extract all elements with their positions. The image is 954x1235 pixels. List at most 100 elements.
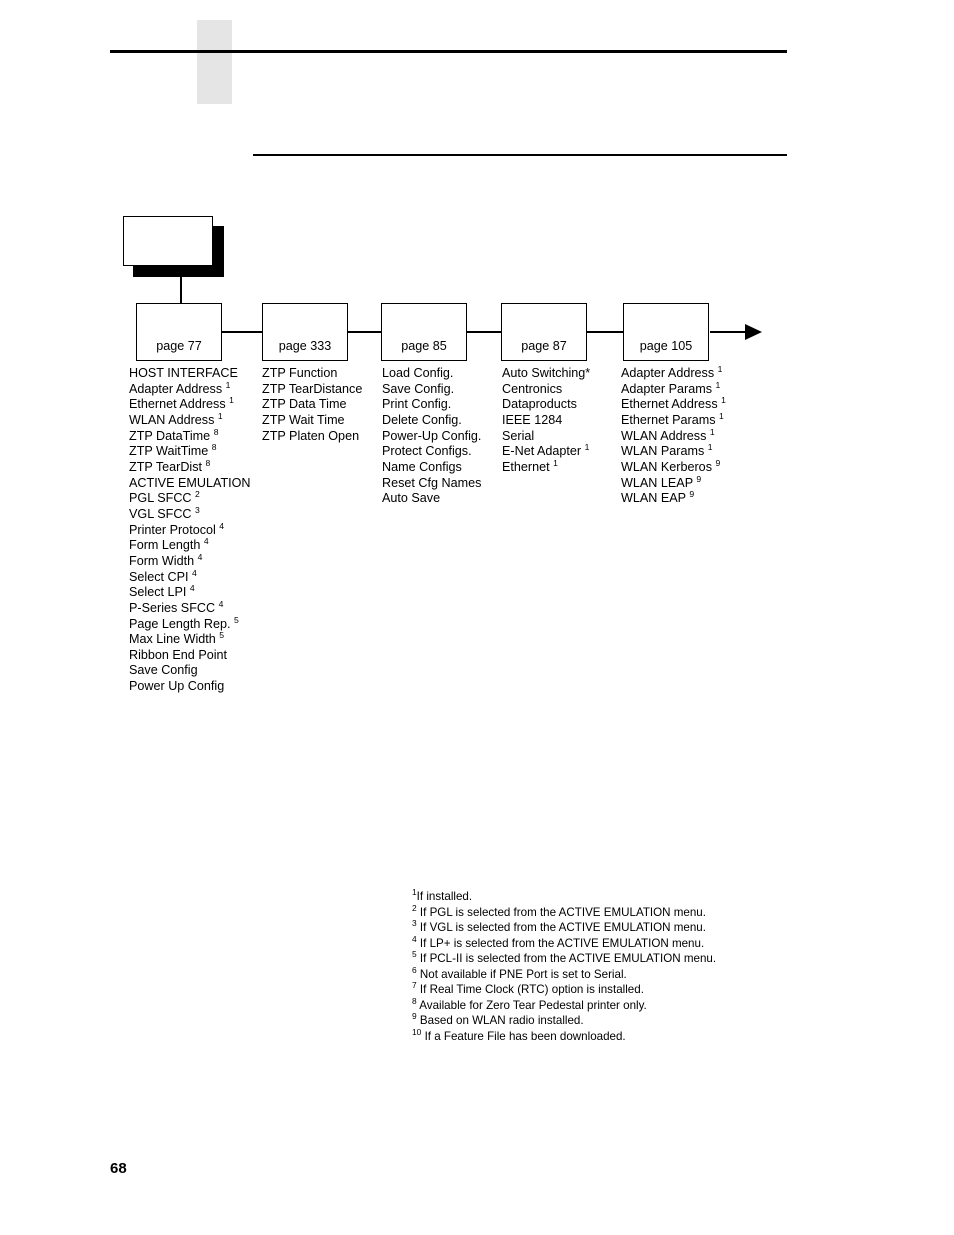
- menu-item[interactable]: Ethernet 1: [502, 458, 590, 476]
- menu-item-label: ZTP Function: [262, 366, 338, 380]
- menu-item[interactable]: Form Length 4: [129, 537, 251, 554]
- page-number: 68: [110, 1160, 127, 1177]
- footnote-marker: 2: [412, 902, 417, 913]
- flow-connector-4: [587, 331, 623, 333]
- footnote: 1If installed.: [412, 888, 912, 905]
- footnote: 2 If PGL is selected from the ACTIVE EMU…: [412, 902, 912, 921]
- menu-item[interactable]: Page Length Rep. 5: [129, 614, 251, 633]
- menu-item[interactable]: Printer Protocol 4: [129, 521, 251, 539]
- footnote-reference: 4: [189, 583, 195, 593]
- menu-item[interactable]: PGL SFCC 2: [129, 489, 251, 507]
- menu-item-label: Adapter Address: [129, 381, 223, 396]
- flow-node-page-87[interactable]: page 87: [501, 303, 587, 361]
- menu-item-label: Ethernet Params: [621, 412, 716, 427]
- footnote-marker: 9: [412, 1011, 417, 1022]
- menu-item[interactable]: Print Config.: [382, 397, 481, 413]
- menu-item[interactable]: Power-Up Config.: [382, 429, 481, 445]
- menu-item[interactable]: Save Config.: [382, 382, 481, 398]
- menu-item[interactable]: WLAN Kerberos 9: [621, 458, 726, 476]
- menu-item[interactable]: ZTP Data Time: [262, 397, 362, 413]
- menu-item[interactable]: Name Configs: [382, 460, 481, 476]
- menu-item[interactable]: Protect Configs.: [382, 444, 481, 460]
- footnote-list: 1If installed. 2 If PGL is selected from …: [412, 888, 912, 1045]
- menu-item-label: WLAN EAP: [621, 491, 686, 506]
- menu-item-label: E-Net Adapter: [502, 444, 582, 459]
- flow-node-page-85[interactable]: page 85: [381, 303, 467, 361]
- flow-node-page-333[interactable]: page 333: [262, 303, 348, 361]
- menu-item[interactable]: Serial: [502, 429, 590, 445]
- menu-item-label: Max Line Width: [129, 632, 216, 647]
- footnote-reference: 3: [195, 504, 200, 515]
- menu-item[interactable]: Power Up Config: [129, 679, 251, 695]
- flow-node-page-77[interactable]: page 77: [136, 303, 222, 361]
- menu-item[interactable]: Select LPI 4: [129, 583, 251, 601]
- menu-item[interactable]: HOST INTERFACE: [129, 366, 251, 382]
- menu-item[interactable]: ZTP DataTime 8: [129, 426, 251, 445]
- footnote-text: If LP+ is selected from the ACTIVE EMULA…: [419, 936, 705, 950]
- menu-item[interactable]: Reset Cfg Names: [382, 476, 481, 492]
- footnote-reference: 1: [721, 395, 726, 406]
- footnote-reference: 1: [707, 442, 713, 453]
- menu-item[interactable]: ZTP Wait Time: [262, 413, 362, 429]
- menu-item[interactable]: Ethernet Address 1: [129, 396, 251, 413]
- footnote-reference: 2: [195, 489, 200, 500]
- flow-node-label: page 87: [521, 339, 567, 353]
- column-page-77: HOST INTERFACE Adapter Address 1 Ethernet …: [129, 366, 251, 695]
- menu-item[interactable]: Adapter Address 1: [621, 365, 726, 382]
- flow-node-page-105[interactable]: page 105: [623, 303, 709, 361]
- flowchart-node-row: page 77 page 333 page 85 page 87 page 105: [0, 303, 954, 365]
- menu-item-label: Save Config: [129, 663, 198, 678]
- menu-item[interactable]: ZTP Function: [262, 366, 362, 382]
- footnote-text: If installed.: [416, 890, 473, 903]
- footnote: 8 Available for Zero Tear Pedestal print…: [412, 996, 912, 1014]
- flow-continuation-line: [710, 331, 747, 333]
- footnote-reference: 8: [211, 442, 217, 453]
- menu-item[interactable]: WLAN Address 1: [129, 411, 251, 429]
- footnote-reference: 1: [719, 410, 724, 421]
- menu-item[interactable]: Adapter Params 1: [621, 380, 726, 398]
- menu-item[interactable]: Auto Switching*: [502, 366, 590, 382]
- footnote-marker: 3: [412, 918, 417, 929]
- footnote: 9 Based on WLAN radio installed.: [412, 1011, 912, 1029]
- menu-item-label: Ethernet Address: [129, 397, 226, 412]
- menu-item[interactable]: P-Series SFCC 4: [129, 598, 251, 617]
- menu-item-label: WLAN Address: [621, 428, 707, 443]
- menu-item[interactable]: Ethernet Address 1: [621, 395, 726, 413]
- menu-item-label: Auto Switching*: [502, 366, 591, 380]
- menu-item[interactable]: VGL SFCC 3: [129, 504, 251, 523]
- footnote-reference: 4: [218, 598, 224, 609]
- menu-item[interactable]: ZTP Platen Open: [262, 429, 362, 445]
- footnote-text: If Real Time Clock (RTC) option is insta…: [419, 983, 644, 996]
- menu-item[interactable]: WLAN Params 1: [621, 442, 726, 460]
- menu-item[interactable]: ACTIVE EMULATION: [129, 476, 251, 492]
- menu-item[interactable]: Auto Save: [382, 491, 481, 507]
- footnote-reference: 5: [234, 614, 239, 625]
- footnote: 10 If a Feature File has been downloaded…: [412, 1027, 912, 1045]
- footnote-reference: 8: [213, 426, 219, 437]
- menu-item[interactable]: WLAN EAP 9: [621, 490, 726, 507]
- footnote: 3 If VGL is selected from the ACTIVE EMU…: [412, 918, 912, 936]
- menu-item[interactable]: IEEE 1284: [502, 413, 590, 429]
- footnote-reference: 5: [219, 629, 225, 640]
- menu-item-label: HOST INTERFACE: [129, 366, 238, 380]
- menu-item[interactable]: Ribbon End Point: [129, 648, 251, 664]
- menu-item[interactable]: ZTP WaitTime 8: [129, 442, 251, 460]
- menu-item[interactable]: Load Config.: [382, 366, 481, 382]
- menu-item-label: Serial: [502, 428, 535, 443]
- menu-item[interactable]: E-Net Adapter 1: [502, 443, 590, 460]
- menu-item[interactable]: Save Config: [129, 663, 251, 679]
- menu-item[interactable]: Form Width 4: [129, 552, 251, 570]
- menu-item[interactable]: WLAN LEAP 9: [621, 474, 726, 492]
- menu-item[interactable]: Delete Config.: [382, 413, 481, 429]
- menu-item[interactable]: ZTP TearDist 8: [129, 458, 251, 476]
- menu-item-label: Auto Save: [382, 491, 441, 506]
- menu-item[interactable]: Centronics: [502, 382, 590, 398]
- menu-item-label: WLAN Kerberos: [621, 459, 712, 474]
- menu-item[interactable]: ZTP TearDistance: [262, 382, 362, 398]
- menu-item[interactable]: Max Line Width 5: [129, 629, 251, 648]
- menu-item-label: IEEE 1284: [502, 412, 563, 427]
- menu-item[interactable]: Dataproducts: [502, 397, 590, 413]
- footnote-text: If VGL is selected from the ACTIVE EMULA…: [419, 921, 706, 934]
- flow-node-label: page 333: [278, 339, 332, 353]
- root-node-box: [123, 216, 213, 266]
